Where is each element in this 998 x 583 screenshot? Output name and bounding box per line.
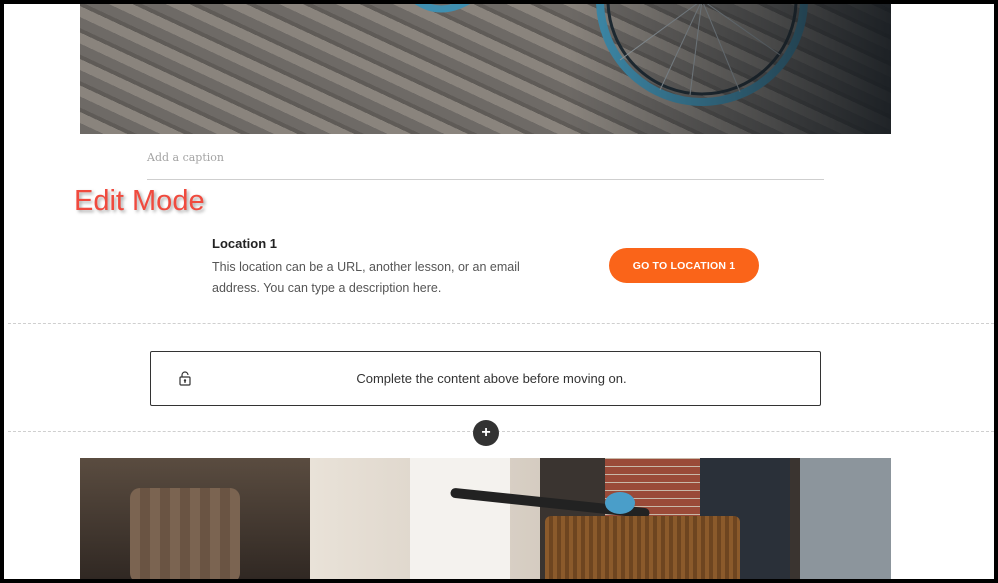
image-shade [80, 4, 891, 134]
image-bicycle-basket[interactable] [80, 458, 891, 579]
editor-canvas: Add a caption Edit Mode Location 1 This … [4, 4, 994, 579]
edit-mode-annotation: Edit Mode [74, 185, 205, 217]
caption-input[interactable]: Add a caption [147, 151, 224, 164]
white-door [410, 458, 510, 579]
location-title[interactable]: Location 1 [212, 236, 277, 251]
location-description[interactable]: This location can be a URL, another less… [212, 257, 532, 299]
image-bicycle-wheel[interactable] [80, 4, 891, 134]
add-block-button[interactable]: + [473, 420, 499, 446]
wicker-basket [545, 516, 740, 579]
block-divider [8, 323, 994, 324]
bell [605, 492, 635, 514]
window-area [800, 458, 891, 579]
caption-underline [147, 179, 824, 180]
gate-message: Complete the content above before moving… [356, 371, 627, 386]
continue-gate-block[interactable]: Complete the content above before moving… [150, 351, 821, 406]
barrel [130, 488, 240, 579]
block-divider [8, 431, 994, 432]
go-to-location-button[interactable]: GO TO LOCATION 1 [609, 248, 759, 283]
